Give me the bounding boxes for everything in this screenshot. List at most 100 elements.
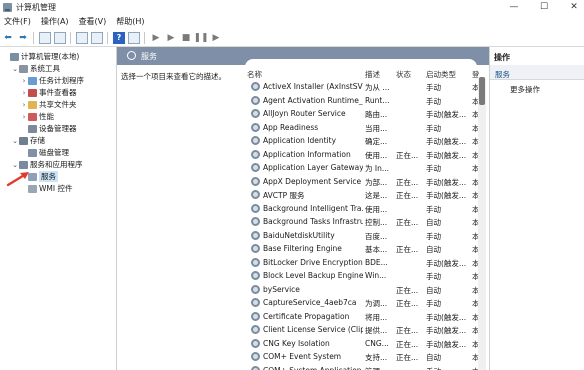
service-row[interactable]: COM+ Event System 支持... 正在... 自动本 xyxy=(244,350,480,364)
tree-item-label: WMI 控件 xyxy=(39,184,73,193)
service-row[interactable]: ActiveX Installer (AxInstSV) 为从 ... 手动本 xyxy=(244,80,480,94)
tree-item-label: 系统工具 xyxy=(30,64,60,73)
service-row[interactable]: Certificate Propagation 将用... 手动(触发... 本 xyxy=(244,310,480,324)
column-header-name[interactable]: 名称 xyxy=(247,69,262,80)
service-name: Agent Activation Runtime_... xyxy=(263,95,363,105)
refresh-icon[interactable] xyxy=(76,31,88,44)
scrollbar-thumb[interactable] xyxy=(479,77,485,105)
description-text: 选择一个项目来查看它的描述。 xyxy=(121,72,226,81)
column-header-startup-type[interactable]: 启动类型 xyxy=(426,69,456,80)
tree-item[interactable]: 磁盘管理 xyxy=(20,147,69,158)
toolbar-divider xyxy=(107,31,108,44)
menu-view[interactable]: 查看(V) xyxy=(79,16,107,27)
expander-icon[interactable]: ⌄ xyxy=(11,161,19,169)
toolbar-divider xyxy=(70,31,71,44)
restart-icon[interactable]: ▶ xyxy=(210,32,222,44)
properties-icon[interactable] xyxy=(128,31,140,44)
play-icon[interactable]: ▶ xyxy=(150,32,162,44)
export-list-icon[interactable] xyxy=(91,31,103,44)
close-button[interactable]: ✕ xyxy=(568,2,580,12)
service-row[interactable]: AppX Deployment Service ... 为部... 正在... 手动(… xyxy=(244,175,480,189)
tree-item[interactable]: › 任务计划程序 xyxy=(20,75,84,86)
service-name: CaptureService_4aeb7ca xyxy=(263,298,357,307)
expander-icon[interactable]: ⌄ xyxy=(11,65,19,73)
service-gear-icon xyxy=(251,163,260,172)
service-row[interactable]: BitLocker Drive Encryption ... BDE... 手动(触… xyxy=(244,256,480,270)
service-row[interactable]: Application Layer Gateway ... 为 In... 手动本 xyxy=(244,161,480,175)
service-row[interactable]: Block Level Backup Engine ... Win... 手动本 xyxy=(244,269,480,283)
service-row[interactable]: Application Information 使用... 正在... 手动(触发..… xyxy=(244,148,480,162)
tree-node-icon xyxy=(19,136,28,145)
service-row[interactable]: App Readiness 当用... 手动本 xyxy=(244,121,480,135)
tree-item[interactable]: › 共享文件夹 xyxy=(20,99,77,110)
expander-icon[interactable]: › xyxy=(20,113,28,121)
service-row[interactable]: Client License Service (Clip... 提供... 正在..… xyxy=(244,323,480,337)
show-hide-tree-icon[interactable] xyxy=(54,31,66,44)
expander-icon[interactable]: › xyxy=(20,101,28,109)
service-name: CNG Key Isolation xyxy=(263,338,330,348)
service-startup-type: 自动 xyxy=(426,245,441,254)
actions-pane: 操作 服务 更多操作 xyxy=(489,47,584,370)
tree-item[interactable]: ⌄ 存储 xyxy=(11,135,45,146)
minimize-button[interactable]: — xyxy=(508,2,520,12)
menu-bar: 文件(F) 操作(A) 查看(V) 帮助(H) xyxy=(0,14,584,29)
service-name: BaiduNetdiskUtility xyxy=(263,230,335,240)
back-arrow-icon[interactable]: ⬅ xyxy=(2,32,14,44)
play-alt-icon[interactable]: ▶ xyxy=(165,32,177,44)
service-startup-type: 自动 xyxy=(426,218,441,227)
service-row[interactable]: AVCTP 服务 这是... 正在... 手动(触发... 本 xyxy=(244,188,480,202)
forward-arrow-icon[interactable]: ➡ xyxy=(17,32,29,44)
service-row[interactable]: Background Intelligent Tra... 使用... 手动本 xyxy=(244,202,480,216)
expander-icon[interactable]: › xyxy=(20,77,28,85)
service-name: Background Tasks Infrastru... xyxy=(263,217,363,226)
service-startup-type: 手动 xyxy=(426,231,441,241)
service-gear-icon xyxy=(251,325,260,334)
service-row[interactable]: Agent Activation Runtime_... Runt... 手动本 xyxy=(244,94,480,108)
column-header-status[interactable]: 状态 xyxy=(396,69,411,80)
pause-icon[interactable]: ❚❚ xyxy=(193,32,208,44)
actions-title: 操作 xyxy=(494,53,510,62)
computer-management-icon xyxy=(3,2,12,12)
vertical-scrollbar[interactable] xyxy=(478,77,486,370)
service-startup-type: 手动 xyxy=(426,272,441,281)
tree-item[interactable]: 计算机管理(本地) xyxy=(2,51,79,62)
stop-icon[interactable]: ■ xyxy=(180,32,192,44)
tree-item[interactable]: › 性能 xyxy=(20,111,54,122)
tree-item[interactable]: 设备管理器 xyxy=(20,123,77,134)
service-row[interactable]: Background Tasks Infrastru... 控制... 正在... 自… xyxy=(244,215,480,229)
actions-section-services[interactable]: 服务 xyxy=(490,65,584,80)
service-gear-icon xyxy=(251,190,260,199)
services-header: 服务 xyxy=(117,47,489,73)
service-row[interactable]: CNG Key Isolation CNG... 正在... 手动(触发... 本 xyxy=(244,337,480,351)
service-row[interactable]: COM+ System Application管理...手动本 xyxy=(244,364,480,370)
menu-file[interactable]: 文件(F) xyxy=(4,16,31,27)
service-gear-icon xyxy=(251,311,260,321)
service-description: Win... xyxy=(365,271,387,280)
tree-item[interactable]: › 事件查看器 xyxy=(20,87,77,98)
up-level-icon[interactable] xyxy=(39,31,51,44)
service-gear-icon xyxy=(251,203,260,213)
service-gear-icon xyxy=(251,149,260,159)
service-startup-type: 手动(触发... xyxy=(426,339,467,349)
service-row[interactable]: Base Filtering Engine 基本... 正在... 自动本 xyxy=(244,242,480,256)
service-startup-type: 手动 xyxy=(426,123,441,133)
expander-icon[interactable]: › xyxy=(20,89,28,97)
tree-item[interactable]: ⌄ 系统工具 xyxy=(11,63,60,74)
window-title: 计算机管理 xyxy=(16,2,56,12)
service-row[interactable]: byService 正在... 自动本 xyxy=(244,283,480,297)
menu-help[interactable]: 帮助(H) xyxy=(116,16,144,27)
expander-icon[interactable]: ⌄ xyxy=(11,137,19,145)
red-arrow-annotation xyxy=(6,172,29,187)
service-row[interactable]: AllJoyn Router Service 路由... 手动(触发... 本 xyxy=(244,107,480,121)
more-actions-link[interactable]: 更多操作 xyxy=(510,84,540,95)
service-gear-icon xyxy=(251,122,260,132)
menu-action[interactable]: 操作(A) xyxy=(41,16,69,27)
service-row[interactable]: Application Identity 确定... 手动(触发... 本 xyxy=(244,134,480,148)
help-icon[interactable]: ? xyxy=(113,31,125,44)
service-row[interactable]: CaptureService_4aeb7ca 为调... 正在... 手动本 xyxy=(244,296,480,310)
column-header-description[interactable]: 描述 xyxy=(365,69,380,80)
service-gear-icon xyxy=(251,230,260,240)
service-row[interactable]: BaiduNetdiskUtility 百度... 手动本 xyxy=(244,229,480,243)
maximize-button[interactable]: ☐ xyxy=(538,2,550,12)
service-gear-icon xyxy=(251,271,260,280)
